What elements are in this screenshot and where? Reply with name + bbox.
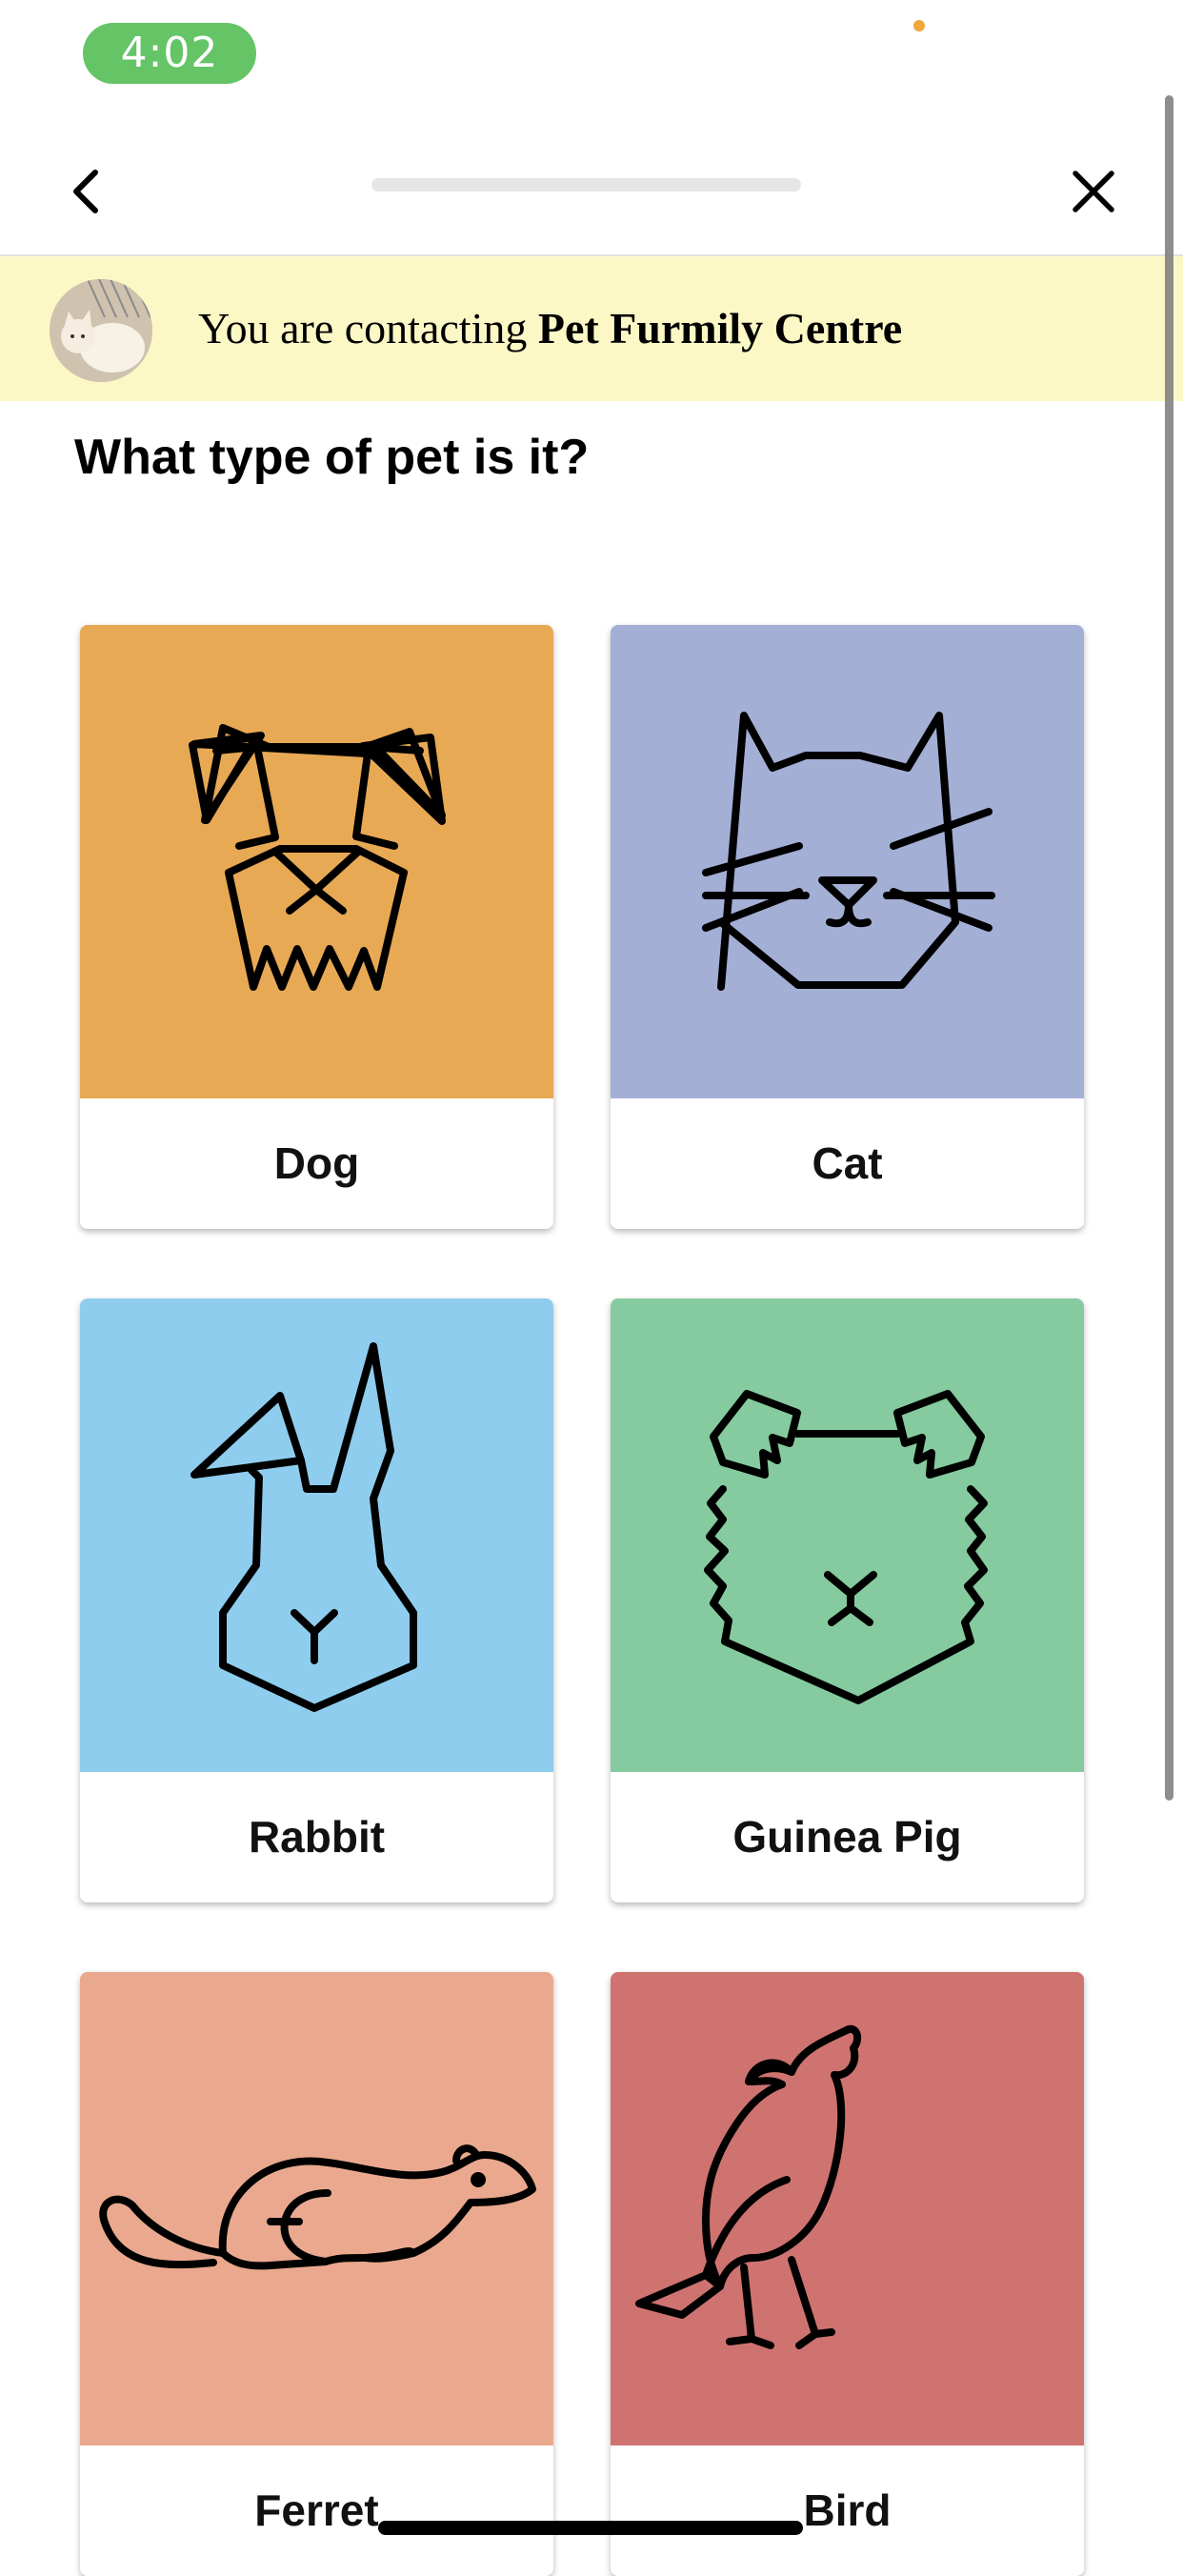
pet-option-label: Rabbit	[248, 1812, 386, 1862]
close-button[interactable]	[1059, 157, 1128, 226]
pet-option-rabbit[interactable]: Rabbit	[80, 1298, 553, 1902]
back-button[interactable]	[51, 157, 120, 226]
business-name: Pet Furmily Centre	[537, 304, 903, 352]
pet-art	[80, 1972, 553, 2445]
status-time: 4:02	[83, 23, 256, 84]
close-icon	[1073, 171, 1114, 212]
contact-banner: You are contacting Pet Furmily Centre	[0, 256, 1183, 401]
pet-art	[611, 1298, 1084, 1772]
pet-option-label: Guinea Pig	[732, 1812, 962, 1862]
pet-option-label: Dog	[273, 1138, 360, 1188]
pet-option-label: Bird	[803, 2485, 892, 2535]
pet-art	[80, 1298, 553, 1772]
pet-art	[611, 1972, 1084, 2445]
pet-option-bird[interactable]: Bird	[611, 1972, 1084, 2576]
pet-option-cat[interactable]: Cat	[611, 625, 1084, 1229]
cat-photo-icon	[50, 279, 152, 382]
banner-prefix: You are contacting	[198, 304, 538, 352]
scrollbar[interactable]	[1165, 95, 1173, 1801]
guinea-pig-icon	[704, 1390, 988, 1704]
chevron-left-icon	[73, 170, 98, 213]
dog-icon	[189, 724, 446, 991]
ferret-icon	[99, 2144, 536, 2270]
pet-option-label: Cat	[812, 1138, 883, 1188]
pet-option-guinea-pig[interactable]: Guinea Pig	[611, 1298, 1084, 1902]
cat-icon	[702, 712, 995, 991]
pet-option-ferret[interactable]: Ferret	[80, 1972, 553, 2576]
pet-art	[611, 625, 1084, 1098]
page-title: What type of pet is it?	[74, 430, 590, 485]
bird-icon	[635, 2024, 862, 2349]
business-avatar	[50, 279, 152, 382]
home-indicator[interactable]	[378, 2521, 803, 2535]
pet-option-label: Ferret	[254, 2485, 379, 2535]
privacy-indicator-dot	[913, 20, 925, 31]
rabbit-icon	[190, 1342, 417, 1712]
contact-banner-text: You are contacting Pet Furmily Centre	[198, 298, 902, 359]
pet-option-dog[interactable]: Dog	[80, 625, 553, 1229]
pet-art	[80, 625, 553, 1098]
sheet-grabber[interactable]	[371, 178, 801, 191]
